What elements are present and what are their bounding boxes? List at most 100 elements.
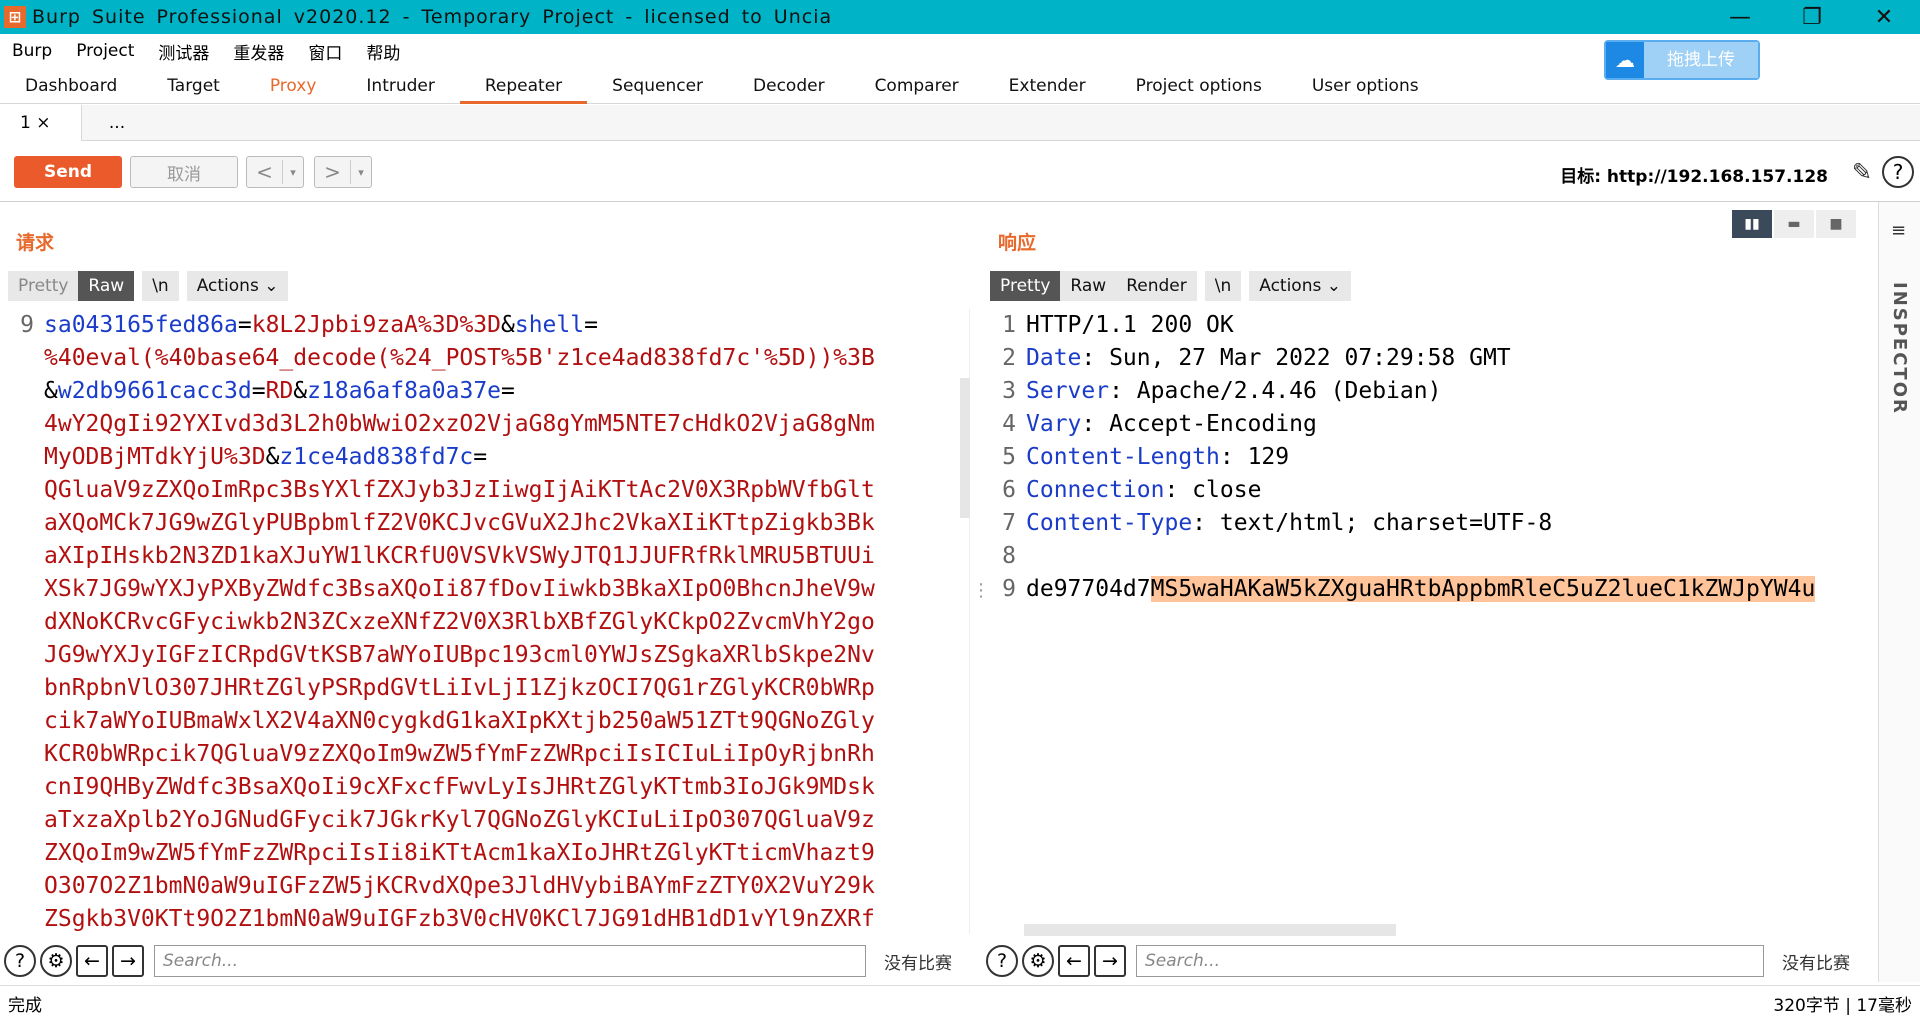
request-token: shell xyxy=(515,312,584,338)
tab-user-options[interactable]: User options xyxy=(1287,68,1444,104)
response-raw-button[interactable]: Raw xyxy=(1060,271,1116,301)
chevron-down-icon[interactable]: ▾ xyxy=(351,166,371,179)
minimize-button[interactable]: — xyxy=(1704,0,1776,34)
request-editor[interactable]: 9 sa043165fed86a=k8L2Jpbi9zaA%3D%3D&shel… xyxy=(8,309,970,934)
tab-proxy[interactable]: Proxy xyxy=(245,68,342,104)
help-icon[interactable]: ? xyxy=(986,945,1018,977)
request-line: aXIpIHskb2N3ZD1kaXJuYW1lKCRfU0VSVkVSWyJT… xyxy=(44,540,964,573)
response-token: : 129 xyxy=(1220,444,1289,470)
tab-comparer[interactable]: Comparer xyxy=(850,68,984,104)
tab-decoder[interactable]: Decoder xyxy=(728,68,850,104)
tab-dashboard[interactable]: Dashboard xyxy=(0,68,142,104)
request-token: = xyxy=(501,378,515,404)
response-token: MS5waHAKaW5kZXguaHRtbAppbmRleC5uZ2lueC1k… xyxy=(1151,576,1816,602)
response-token: : Sun, 27 Mar 2022 07:29:58 GMT xyxy=(1081,345,1510,371)
layout-side-by-side-icon[interactable]: ▮▮ xyxy=(1732,210,1772,238)
response-editor[interactable]: 123456789 HTTP/1.1 200 OKDate: Sun, 27 M… xyxy=(990,309,1874,934)
repeater-subtabs: 1 × ... xyxy=(0,105,1920,141)
request-search-input[interactable]: Search... xyxy=(154,945,866,977)
request-line: MyODBjMTdkYjU%3D&z1ce4ad838fd7c= xyxy=(44,441,964,474)
history-forward-button[interactable]: > ▾ xyxy=(314,156,372,188)
request-line: 4wY2QgIi92YXIvd3d3L2h0bWwiO2xzO2VjaG8gYm… xyxy=(44,408,964,441)
request-pretty-button[interactable]: Pretty xyxy=(8,271,78,301)
back-arrow-icon: < xyxy=(247,160,283,184)
request-token: & xyxy=(44,378,58,404)
request-line: aTxzaXplb2YoJGNudGFycik7JGkrKyl7QGNoZGly… xyxy=(44,804,964,837)
response-line: Connection: close xyxy=(1026,474,1815,507)
request-pane-title: 请求 xyxy=(16,228,54,255)
response-line: Content-Length: 129 xyxy=(1026,441,1815,474)
response-line-number: 4 xyxy=(990,408,1016,441)
tab-extender[interactable]: Extender xyxy=(984,68,1111,104)
response-actions-button[interactable]: Actions ⌄ xyxy=(1249,271,1351,301)
tab-sequencer[interactable]: Sequencer xyxy=(587,68,728,104)
next-match-icon[interactable]: → xyxy=(1094,945,1126,977)
request-token: & xyxy=(266,444,280,470)
cancel-button[interactable]: 取消 xyxy=(130,156,238,188)
tab-project-options[interactable]: Project options xyxy=(1111,68,1287,104)
menu-burp[interactable]: Burp xyxy=(0,41,64,61)
menu-repeater[interactable]: 重发器 xyxy=(221,39,296,64)
inspector-panel[interactable]: ≡ INSPECTOR xyxy=(1878,202,1920,982)
response-body: HTTP/1.1 200 OK Date: Sun, 27 Mar 2022 07… xyxy=(1026,309,1815,606)
request-newline-toggle[interactable]: \n xyxy=(142,271,179,301)
response-token: : Apache/2.4.46 (Debian) xyxy=(1109,378,1441,404)
response-horizontal-scrollbar[interactable] xyxy=(1024,924,1396,936)
response-token: Server xyxy=(1026,378,1109,404)
response-newline-toggle[interactable]: \n xyxy=(1205,271,1242,301)
help-icon[interactable]: ? xyxy=(1882,156,1914,188)
tab-repeater[interactable]: Repeater xyxy=(460,68,587,104)
response-pretty-button[interactable]: Pretty xyxy=(990,271,1060,301)
tab-target[interactable]: Target xyxy=(142,68,245,104)
response-render-button[interactable]: Render xyxy=(1116,271,1197,301)
history-back-button[interactable]: < ▾ xyxy=(246,156,304,188)
layout-tabs-icon[interactable]: ■ xyxy=(1816,210,1856,238)
split-drag-handle[interactable]: ⋮ xyxy=(972,580,990,601)
layout-stacked-icon[interactable]: ▬ xyxy=(1774,210,1814,238)
response-search-input[interactable]: Search... xyxy=(1136,945,1764,977)
menu-tester[interactable]: 测试器 xyxy=(146,39,221,64)
next-match-icon[interactable]: → xyxy=(112,945,144,977)
response-line: Content-Type: text/html; charset=UTF-8 xyxy=(1026,507,1815,540)
request-view-bar: Pretty Raw \n Actions ⌄ xyxy=(8,271,288,301)
previous-match-icon[interactable]: ← xyxy=(1058,945,1090,977)
window-title: Burp Suite Professional v2020.12 - Tempo… xyxy=(32,6,832,28)
request-token: O307O2Z1bmN0aW9uIGFzZW5jKCRvdXQpe3JldHVy… xyxy=(44,873,875,899)
menu-window[interactable]: 窗口 xyxy=(296,39,354,64)
request-token: bnRpbnVlO307JHRtZGlyPSRpdGVtLiIvLjI1Zjkz… xyxy=(44,675,875,701)
title-bar: ⊞ Burp Suite Professional v2020.12 - Tem… xyxy=(0,0,1920,34)
inspector-menu-icon[interactable]: ≡ xyxy=(1891,220,1906,241)
response-line: Vary: Accept-Encoding xyxy=(1026,408,1815,441)
layout-toggle: ▮▮ ▬ ■ xyxy=(1732,210,1858,238)
send-button[interactable]: Send xyxy=(14,156,122,188)
repeater-new-tab[interactable]: ... xyxy=(82,105,152,141)
request-raw-button[interactable]: Raw xyxy=(78,271,134,301)
response-line xyxy=(1026,540,1815,573)
gear-icon[interactable]: ⚙ xyxy=(1022,945,1054,977)
menu-project[interactable]: Project xyxy=(64,41,146,61)
close-button[interactable]: ✕ xyxy=(1848,0,1920,34)
request-actions-button[interactable]: Actions ⌄ xyxy=(187,271,289,301)
request-token: = xyxy=(252,378,266,404)
response-token: Content-Length xyxy=(1026,444,1220,470)
request-token: MyODBjMTdkYjU%3D xyxy=(44,444,266,470)
edit-target-pencil-icon[interactable]: ✎ xyxy=(1852,158,1872,186)
tab-intruder[interactable]: Intruder xyxy=(341,68,459,104)
request-line: cik7aWYoIUBmaWxlX2V4aXN0cygkdG1kaXIpKXtj… xyxy=(44,705,964,738)
help-icon[interactable]: ? xyxy=(4,945,36,977)
chevron-down-icon[interactable]: ▾ xyxy=(283,166,303,179)
response-line: Date: Sun, 27 Mar 2022 07:29:58 GMT xyxy=(1026,342,1815,375)
request-actions-label: Actions xyxy=(197,276,259,296)
response-line: Server: Apache/2.4.46 (Debian) xyxy=(1026,375,1815,408)
request-token: KCR0bWRpcik7QGluaV9zZXQoIm9wZW5fYmFzZWRp… xyxy=(44,741,875,767)
maximize-button[interactable]: ❐ xyxy=(1776,0,1848,34)
menu-help[interactable]: 帮助 xyxy=(354,39,412,64)
request-body: sa043165fed86a=k8L2Jpbi9zaA%3D%3D&shell=… xyxy=(44,309,964,934)
previous-match-icon[interactable]: ← xyxy=(76,945,108,977)
gear-icon[interactable]: ⚙ xyxy=(40,945,72,977)
request-line: bnRpbnVlO307JHRtZGlyPSRpdGVtLiIvLjI1Zjkz… xyxy=(44,672,964,705)
request-scrollbar[interactable] xyxy=(960,378,970,518)
request-match-count: 没有比赛 xyxy=(884,949,952,974)
response-token: HTTP/1.1 200 OK xyxy=(1026,312,1234,338)
repeater-tab-1[interactable]: 1 × xyxy=(0,105,82,141)
